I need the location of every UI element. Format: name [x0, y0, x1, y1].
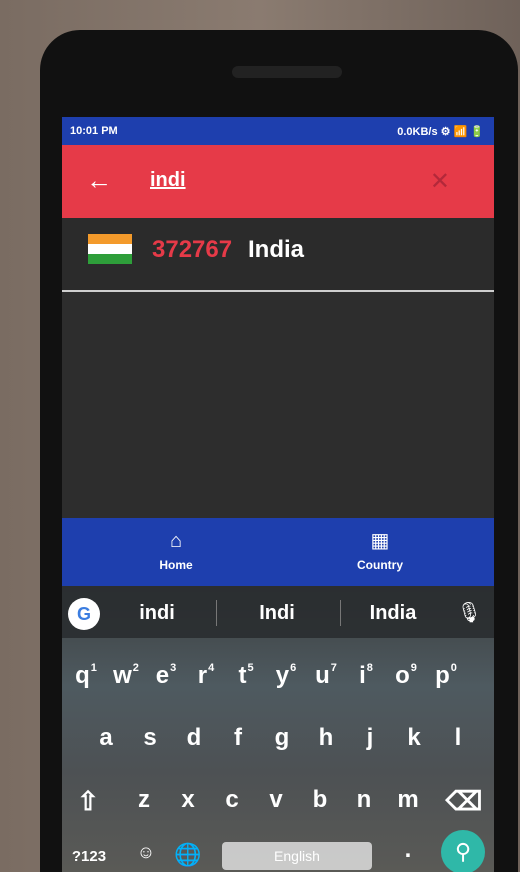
suggestion-separator [340, 600, 341, 626]
emoji-key-icon[interactable]: ☺ [126, 842, 166, 863]
status-bar: 10:01 PM 0.0KB/s ⚙ 📶 🔋 [62, 117, 494, 145]
key-hint: 7 [330, 662, 337, 674]
key-f[interactable]: f [218, 724, 258, 752]
microphone-icon[interactable]: 🎙 [457, 600, 482, 625]
key-s[interactable]: s [130, 724, 170, 752]
numbers-key[interactable]: ?123 [64, 848, 114, 865]
key-v[interactable]: v [256, 786, 296, 814]
key-z[interactable]: z [124, 786, 164, 814]
key-h[interactable]: h [306, 724, 346, 752]
key-t[interactable]: t5 [226, 662, 266, 690]
country-name: India [248, 236, 305, 263]
phone-speaker [232, 66, 342, 78]
key-r[interactable]: r4 [186, 662, 226, 690]
key-w[interactable]: w2 [106, 662, 146, 690]
key-hint: 2 [132, 662, 139, 674]
key-hint: 5 [247, 662, 254, 674]
nav-country-label: Country [357, 558, 403, 572]
key-q[interactable]: q1 [66, 662, 106, 690]
list-item[interactable]: 372767 India [62, 218, 494, 290]
globe-icon[interactable]: 🌐 [168, 842, 208, 868]
home-icon: ⌂ [169, 530, 183, 552]
suggestion-separator [216, 600, 217, 626]
key-hint: 0 [450, 662, 457, 674]
key-hint: 8 [366, 662, 373, 674]
key-c[interactable]: c [212, 786, 252, 814]
search-key-icon[interactable]: ⚲ [441, 830, 485, 872]
key-j[interactable]: j [350, 724, 390, 752]
period-key[interactable]: . [388, 836, 428, 864]
key-n[interactable]: n [344, 786, 384, 814]
key-b[interactable]: b [300, 786, 340, 814]
suggestion-2[interactable]: Indi [242, 602, 312, 625]
key-g[interactable]: g [262, 724, 302, 752]
key-u[interactable]: u7 [306, 662, 346, 690]
space-key[interactable]: English [222, 842, 372, 870]
nav-home[interactable]: ⌂ Home [126, 530, 226, 572]
clear-icon[interactable]: ✕ [430, 167, 450, 196]
key-hint: 1 [90, 662, 97, 674]
key-a[interactable]: a [86, 724, 126, 752]
key-p[interactable]: p0 [426, 662, 466, 690]
keyboard: G indi Indi India 🎙 q1 w2 e3 r4 t5 y6 u7 i8 o9 p0… [62, 586, 494, 872]
bottom-nav: ⌂ Home ▦ Country [62, 518, 494, 586]
india-flag-icon [88, 234, 132, 264]
google-icon[interactable]: G [68, 598, 100, 630]
key-l[interactable]: l [438, 724, 478, 752]
suggestion-3[interactable]: India [358, 602, 428, 625]
search-input[interactable]: indi [150, 169, 186, 192]
key-d[interactable]: d [174, 724, 214, 752]
nav-country[interactable]: ▦ Country [330, 530, 430, 572]
status-time: 10:01 PM [70, 125, 118, 137]
suggestion-strip: G indi Indi India 🎙 [62, 586, 494, 638]
case-count: 372767 [152, 236, 233, 263]
shift-icon[interactable]: ⇧ [68, 786, 108, 817]
status-indicators: 0.0KB/s ⚙ 📶 🔋 [397, 126, 484, 138]
key-hint: 3 [170, 662, 177, 674]
dashboard-icon: ▦ [370, 530, 390, 552]
key-hint: 9 [410, 662, 417, 674]
key-hint: 6 [290, 662, 297, 674]
key-e[interactable]: e3 [146, 662, 186, 690]
content-area [62, 292, 494, 518]
key-i[interactable]: i8 [346, 662, 386, 690]
search-bar: ← indi ✕ [62, 145, 494, 218]
key-hint: 4 [208, 662, 215, 674]
key-k[interactable]: k [394, 724, 434, 752]
nav-home-label: Home [159, 558, 193, 572]
backspace-icon[interactable]: ⌫ [444, 786, 484, 817]
phone-screen: 10:01 PM 0.0KB/s ⚙ 📶 🔋 ← indi ✕ 372767 I… [62, 117, 494, 872]
key-y[interactable]: y6 [266, 662, 306, 690]
key-o[interactable]: o9 [386, 662, 426, 690]
back-arrow-icon[interactable]: ← [86, 165, 112, 196]
suggestion-1[interactable]: indi [122, 602, 192, 625]
key-x[interactable]: x [168, 786, 208, 814]
key-m[interactable]: m [388, 786, 428, 814]
